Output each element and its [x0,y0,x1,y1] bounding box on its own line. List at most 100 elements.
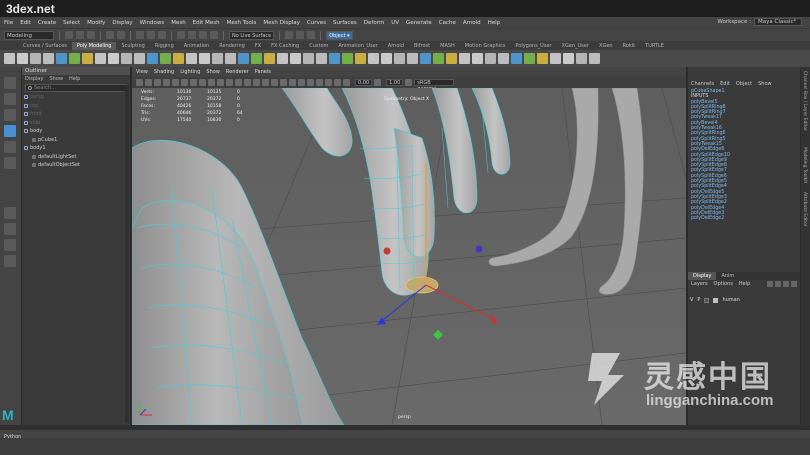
gate-mask-icon[interactable] [199,79,206,86]
xray-components-icon[interactable] [334,79,341,86]
shelf-tool-icon[interactable] [394,53,405,64]
shelf-tool-icon[interactable] [160,53,171,64]
shelf-tab-xgen-user[interactable]: XGen_User [557,42,594,50]
menu-edit-mesh[interactable]: Edit Mesh [193,20,220,26]
shelf-tool-icon[interactable] [69,53,80,64]
object-input-field[interactable]: Object ▾ [326,30,353,40]
shelf-tool-icon[interactable] [589,53,600,64]
lasso-tool-icon[interactable] [4,93,16,105]
shelf-tool-icon[interactable] [498,53,509,64]
wireframe-on-shaded-icon[interactable] [244,79,251,86]
snap-point-icon[interactable] [199,31,207,39]
shadows-icon[interactable] [271,79,278,86]
outliner-scrollbar[interactable] [125,85,129,423]
workspace-dropdown[interactable]: Maya Classic* [754,18,802,26]
shelf-tool-icon[interactable] [277,53,288,64]
shelf-tab-poly-modeling[interactable]: Poly Modeling [71,42,117,50]
outliner-item[interactable]: side [22,119,130,128]
safe-action-icon[interactable] [217,79,224,86]
side-tab-channel-box[interactable]: Channel Box / Layer Editor [802,71,807,131]
layer-row-human[interactable]: V P human [690,296,796,304]
live-surface-field[interactable]: No Live Surface [229,30,275,40]
shelf-tool-icon[interactable] [511,53,522,64]
command-line[interactable]: Python [0,430,810,440]
shelf-tab-fx[interactable]: FX [250,42,266,50]
exposure-field[interactable]: 1.00 [386,79,404,86]
shelf-tool-icon[interactable] [225,53,236,64]
shelf-tool-icon[interactable] [459,53,470,64]
menu-select[interactable]: Select [63,20,80,26]
viewport-menu-renderer[interactable]: Renderer [226,69,249,75]
shelf-tool-icon[interactable] [43,53,54,64]
select-tool-icon[interactable] [4,77,16,89]
shelf-tool-icon[interactable] [147,53,158,64]
shelf-tool-icon[interactable] [173,53,184,64]
channel-menu-object[interactable]: Object [736,80,752,89]
shelf-tool-icon[interactable] [30,53,41,64]
shelf-tool-icon[interactable] [537,53,548,64]
select-component-icon[interactable] [158,31,166,39]
channel-menu-show[interactable]: Show [758,80,772,89]
shelf-tool-icon[interactable] [82,53,93,64]
menu-modify[interactable]: Modify [87,20,105,26]
selected-fingertip[interactable] [405,276,439,294]
menu-set-dropdown[interactable]: Modeling [4,30,54,40]
color-management-icon[interactable] [405,79,413,86]
smooth-shade-icon[interactable] [235,79,242,86]
shelf-tool-icon[interactable] [381,53,392,64]
bookmark-icon[interactable] [154,79,161,86]
outliner-item[interactable]: top [22,102,130,111]
outliner-search-input[interactable]: Search... [25,84,127,92]
shelf-tool-icon[interactable] [17,53,28,64]
shelf-tool-icon[interactable] [56,53,67,64]
gamma-icon[interactable] [374,79,382,86]
shelf-tab-turtle[interactable]: TURTLE [640,42,669,50]
shelf-tool-icon[interactable] [407,53,418,64]
color-space-dropdown[interactable]: sRGB gamma [414,79,455,92]
menu-mesh-display[interactable]: Mesh Display [263,20,300,26]
snap-grid-icon[interactable] [177,31,185,39]
camera-attributes-icon[interactable] [145,79,152,86]
viewport-menu-show[interactable]: Show [206,69,220,75]
shelf-tool-icon[interactable] [550,53,561,64]
viewport-menu-shading[interactable]: Shading [154,69,174,75]
film-gate-icon[interactable] [181,79,188,86]
shelf-tool-icon[interactable] [212,53,223,64]
lights-icon[interactable] [262,79,269,86]
shelf-tab-rendering[interactable]: Rendering [214,42,250,50]
outliner-menu-help[interactable]: Help [69,75,80,83]
shelf-tool-icon[interactable] [329,53,340,64]
select-object-icon[interactable] [147,31,155,39]
shelf-tab-xgen[interactable]: XGen [594,42,618,50]
menu-mesh[interactable]: Mesh [171,20,185,26]
shelf-tool-icon[interactable] [121,53,132,64]
open-scene-icon[interactable] [76,31,84,39]
layer-visibility-toggle[interactable]: V [690,297,693,303]
layer-tab-display[interactable]: Display [688,272,717,280]
menu-display[interactable]: Display [112,20,132,26]
isolate-select-icon[interactable] [307,79,314,86]
shelf-tool-icon[interactable] [472,53,483,64]
shelf-tool-icon[interactable] [446,53,457,64]
move-tool-icon[interactable] [4,125,16,137]
ipr-render-icon[interactable] [296,31,305,39]
shelf-tab-motion-graphics[interactable]: Motion Graphics [460,42,511,50]
field-chart-icon[interactable] [208,79,215,86]
exposure-icon[interactable] [343,79,350,86]
menu-mesh-tools[interactable]: Mesh Tools [227,20,257,26]
menu-windows[interactable]: Windows [140,20,165,26]
graph-view-icon[interactable] [4,255,16,267]
single-view-icon[interactable] [4,207,16,219]
layer-menu-layers[interactable]: Layers [691,280,708,289]
shelf-tool-icon[interactable] [485,53,496,64]
outliner-view-icon[interactable] [4,239,16,251]
resolution-gate-icon[interactable] [190,79,197,86]
shelf-tool-icon[interactable] [264,53,275,64]
channel-menu-edit[interactable]: Edit [720,80,730,89]
menu-arnold[interactable]: Arnold [463,20,481,26]
shelf-tab-sculpting[interactable]: Sculpting [116,42,149,50]
menu-cache[interactable]: Cache [439,20,456,26]
shelf-tab-mash[interactable]: MASH [435,42,460,50]
shelf-tool-icon[interactable] [420,53,431,64]
shelf-tool-icon[interactable] [342,53,353,64]
